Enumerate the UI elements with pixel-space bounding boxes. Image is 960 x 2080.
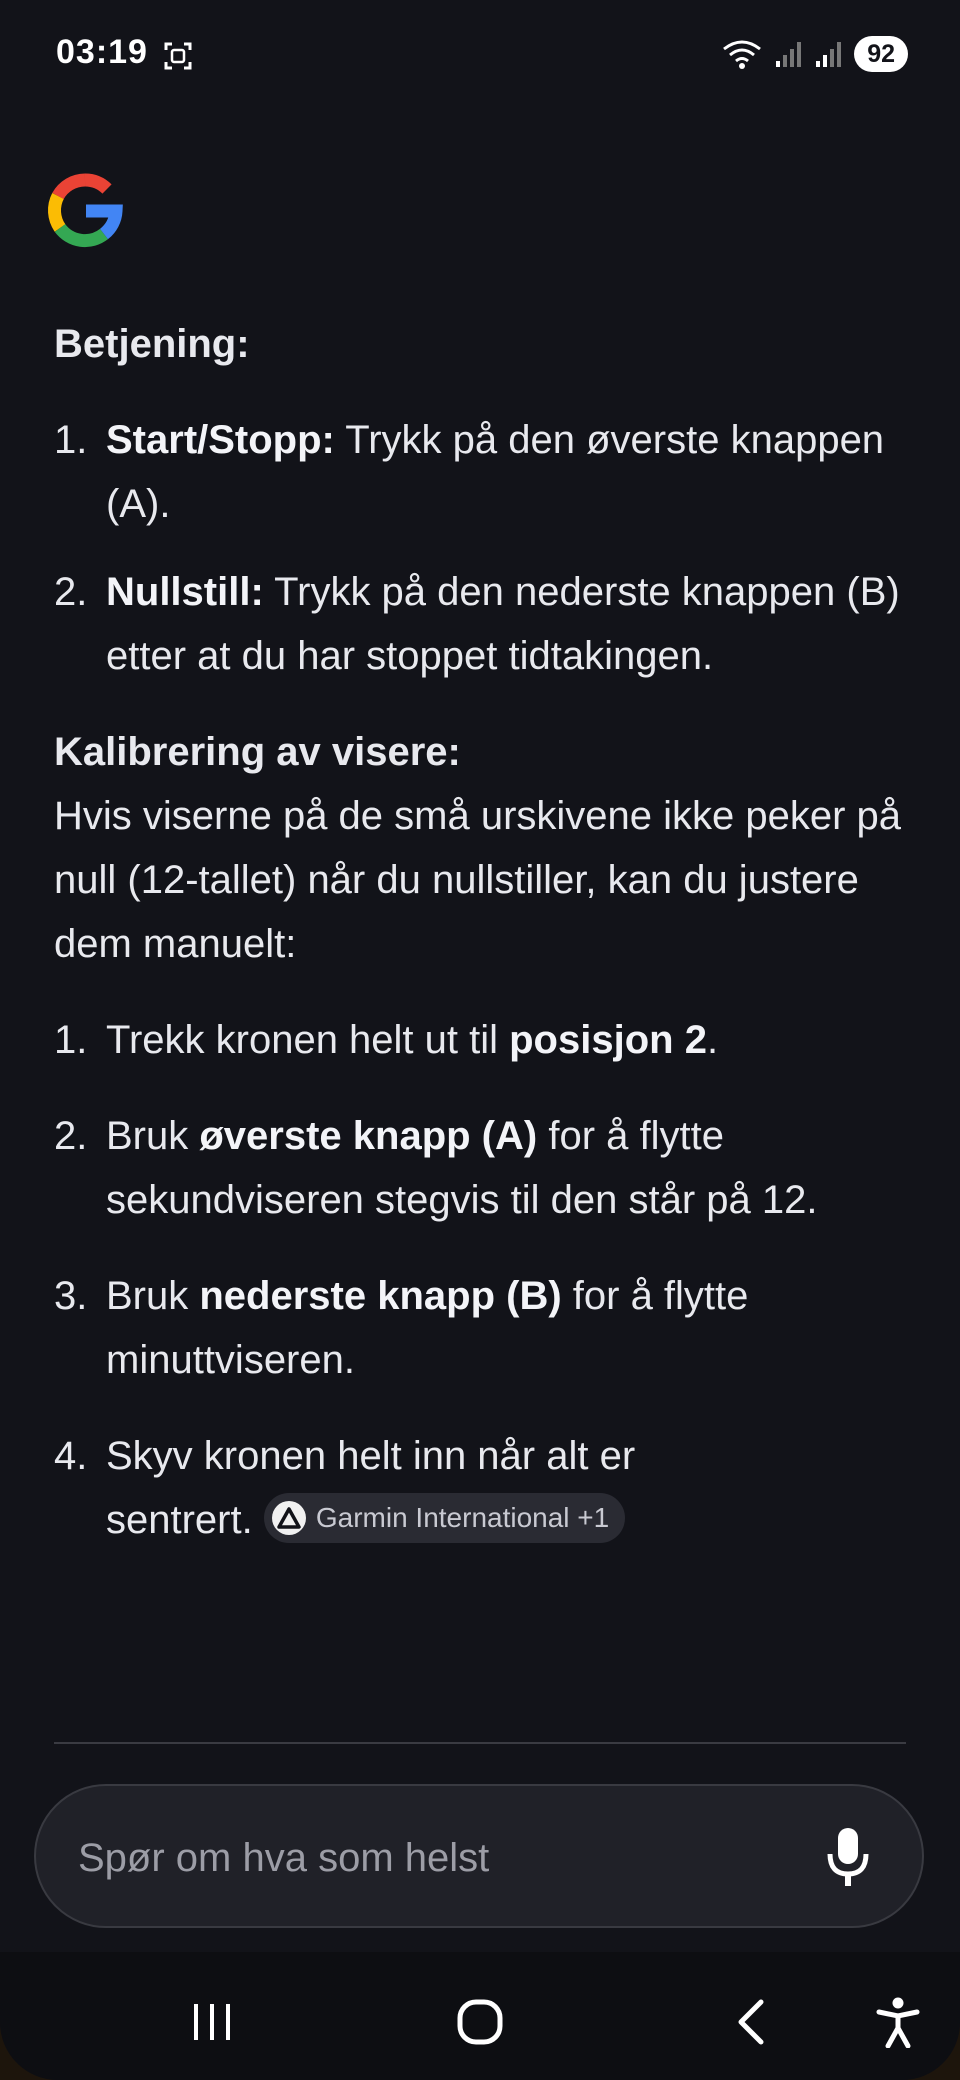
signal-icon	[816, 42, 842, 67]
source-chip[interactable]: Garmin International +1	[263, 1493, 626, 1544]
list-item-bold: nederste knapp (B)	[199, 1274, 562, 1318]
list-item: 4. Skyv kronen helt inn når alt er sentr…	[54, 1424, 786, 1552]
list-item-text: Bruk	[106, 1114, 200, 1158]
status-bar: 03:19 92	[0, 0, 960, 112]
list-number: 1.	[54, 1018, 88, 1062]
battery-indicator: 92	[854, 36, 908, 72]
signal-icon	[776, 42, 802, 67]
list-item-bold: Nullstill:	[106, 570, 264, 614]
recent-apps-icon	[194, 2004, 230, 2040]
list-number: 4.	[54, 1434, 88, 1478]
section-intro: Hvis viserne på de små urskivene ikke pe…	[54, 794, 902, 966]
ask-bar	[34, 1784, 924, 1928]
home-button[interactable]	[450, 1992, 510, 2052]
recent-apps-button[interactable]	[182, 1992, 242, 2052]
list-number: 1.	[54, 418, 88, 462]
accessibility-button[interactable]	[868, 1992, 928, 2052]
google-logo-icon	[48, 173, 123, 248]
list-number: 2.	[54, 570, 88, 614]
list-item: 2. Nullstill: Trykk på den nederste knap…	[54, 560, 914, 688]
wifi-icon	[723, 40, 762, 69]
list-item-text: .	[706, 1018, 719, 1062]
list-item-bold: øverste knapp (A)	[199, 1114, 538, 1158]
home-icon	[457, 1999, 503, 2045]
list-item-bold: Start/Stopp:	[106, 418, 335, 462]
list-item: 3. Bruk nederste knapp (B) for å flytte …	[54, 1264, 914, 1392]
list-item: 2. Bruk øverste knapp (A) for å flytte s…	[54, 1104, 914, 1232]
microphone-icon[interactable]	[826, 1826, 870, 1888]
list-item: 1. Trekk kronen helt ut til posisjon 2.	[54, 1008, 914, 1072]
divider	[54, 1742, 906, 1744]
back-button[interactable]	[720, 1992, 780, 2052]
ask-input[interactable]	[76, 1822, 800, 1894]
navigation-bar	[0, 1952, 960, 2080]
section-heading: Kalibrering av visere:	[54, 730, 461, 774]
status-time: 03:19	[56, 33, 148, 71]
list-number: 3.	[54, 1274, 88, 1318]
accessibility-icon	[876, 1997, 920, 2048]
back-icon	[738, 1999, 764, 2045]
list-item-text: Bruk	[106, 1274, 200, 1318]
list-number: 2.	[54, 1114, 88, 1158]
answer-content: Betjening: 1. Start/Stopp: Trykk på den …	[54, 312, 914, 1552]
status-icons: 92	[722, 36, 908, 72]
phone-screen: 03:19 92 Betjening: 1. Start/Stopp: Tryk…	[0, 0, 960, 2080]
calibration-list: 1. Trekk kronen helt ut til posisjon 2. …	[54, 1008, 914, 1552]
list-item-bold: posisjon 2	[509, 1018, 707, 1062]
operation-list: 1. Start/Stopp: Trykk på den øverste kna…	[54, 408, 914, 688]
screenshot-icon	[164, 42, 192, 70]
list-item-text: Trekk kronen helt ut til	[106, 1018, 510, 1062]
section-heading: Betjening:	[54, 322, 250, 366]
source-chip-label: Garmin International +1	[315, 1502, 610, 1534]
list-item: 1. Start/Stopp: Trykk på den øverste kna…	[54, 408, 914, 536]
garmin-logo-icon	[271, 1501, 306, 1536]
